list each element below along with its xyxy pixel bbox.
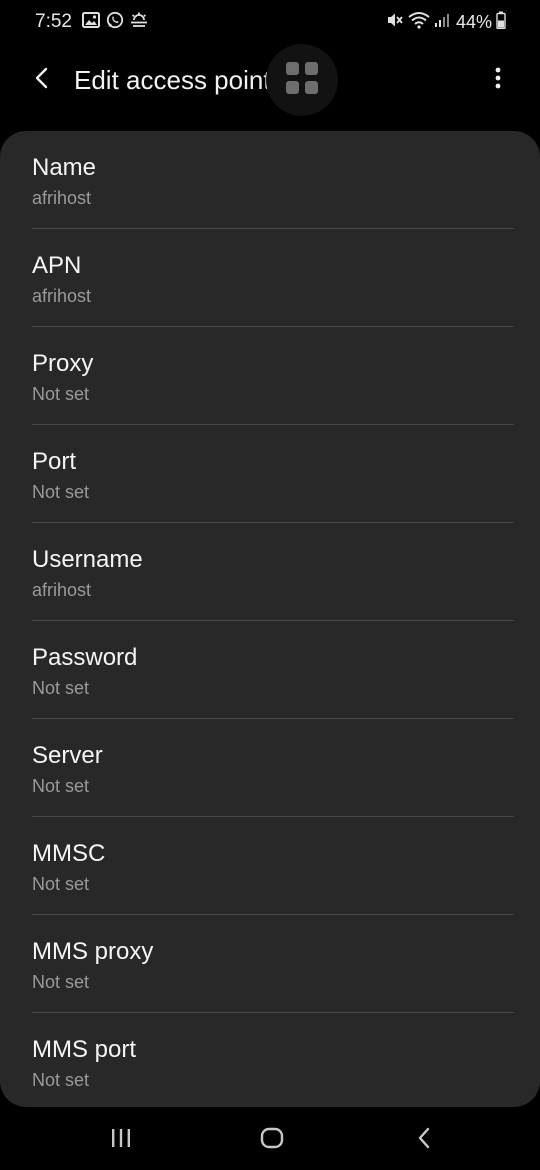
home-icon xyxy=(260,1127,284,1154)
item-value: Not set xyxy=(32,678,90,698)
item-title: Port xyxy=(32,448,77,475)
item-value: Not set xyxy=(32,384,90,404)
item-title: APN xyxy=(32,252,82,279)
status-bar: 7:52 44% xyxy=(0,0,540,44)
item-title: MMSC xyxy=(32,840,106,867)
status-time: 7:52 xyxy=(35,11,72,32)
item-value: Not set xyxy=(32,482,90,502)
back-button[interactable] xyxy=(24,62,60,98)
item-value: Not set xyxy=(32,972,90,992)
page-title: Edit access point xyxy=(74,65,271,95)
system-status-icons: 44% xyxy=(386,10,506,34)
item-title: MMS proxy xyxy=(32,938,154,965)
home-button[interactable] xyxy=(252,1120,292,1160)
item-value: Not set xyxy=(32,874,90,894)
item-value: afrihost xyxy=(32,580,92,600)
item-value: Not set xyxy=(32,1070,90,1090)
nav-back-button[interactable] xyxy=(404,1120,444,1160)
item-title: Password xyxy=(32,644,138,671)
floating-apps-button[interactable] xyxy=(266,44,338,116)
notification-icons xyxy=(82,11,148,34)
signal-icon xyxy=(434,12,450,33)
list-item-mmsc[interactable]: MMSC Not set xyxy=(0,817,540,915)
list-item-mms-port[interactable]: MMS port Not set xyxy=(0,1013,540,1107)
item-title: Username xyxy=(32,546,143,573)
item-value: afrihost xyxy=(32,286,92,306)
item-title: Server xyxy=(32,742,103,769)
more-vert-icon xyxy=(494,66,502,95)
item-title: Name xyxy=(32,154,97,181)
item-title: MMS port xyxy=(32,1036,137,1063)
gallery-icon xyxy=(82,11,100,33)
whatsapp-icon xyxy=(106,11,124,34)
weather-icon xyxy=(130,12,148,33)
app-bar: Edit access point xyxy=(0,44,540,120)
recents-icon xyxy=(110,1128,132,1153)
battery-percent: 44% xyxy=(455,11,492,32)
back-arrow-icon xyxy=(32,66,52,95)
list-item-name[interactable]: Name afrihost xyxy=(0,131,540,229)
list-item-username[interactable]: Username afrihost xyxy=(0,523,540,621)
list-item-password[interactable]: Password Not set xyxy=(0,621,540,719)
recents-button[interactable] xyxy=(101,1120,141,1160)
list-item-mms-proxy[interactable]: MMS proxy Not set xyxy=(0,915,540,1013)
mute-icon xyxy=(386,11,404,34)
more-options-button[interactable] xyxy=(486,64,510,96)
list-item-port[interactable]: Port Not set xyxy=(0,425,540,523)
item-value: afrihost xyxy=(32,188,92,208)
wifi-icon xyxy=(408,11,430,34)
apn-settings-list: Name afrihost APN afrihost Proxy Not set… xyxy=(0,131,540,1107)
list-item-apn[interactable]: APN afrihost xyxy=(0,229,540,327)
list-item-proxy[interactable]: Proxy Not set xyxy=(0,327,540,425)
nav-back-icon xyxy=(416,1127,432,1154)
navigation-bar xyxy=(0,1110,540,1170)
item-title: Proxy xyxy=(32,350,94,377)
list-item-server[interactable]: Server Not set xyxy=(0,719,540,817)
battery-icon xyxy=(496,11,506,34)
item-value: Not set xyxy=(32,776,90,796)
